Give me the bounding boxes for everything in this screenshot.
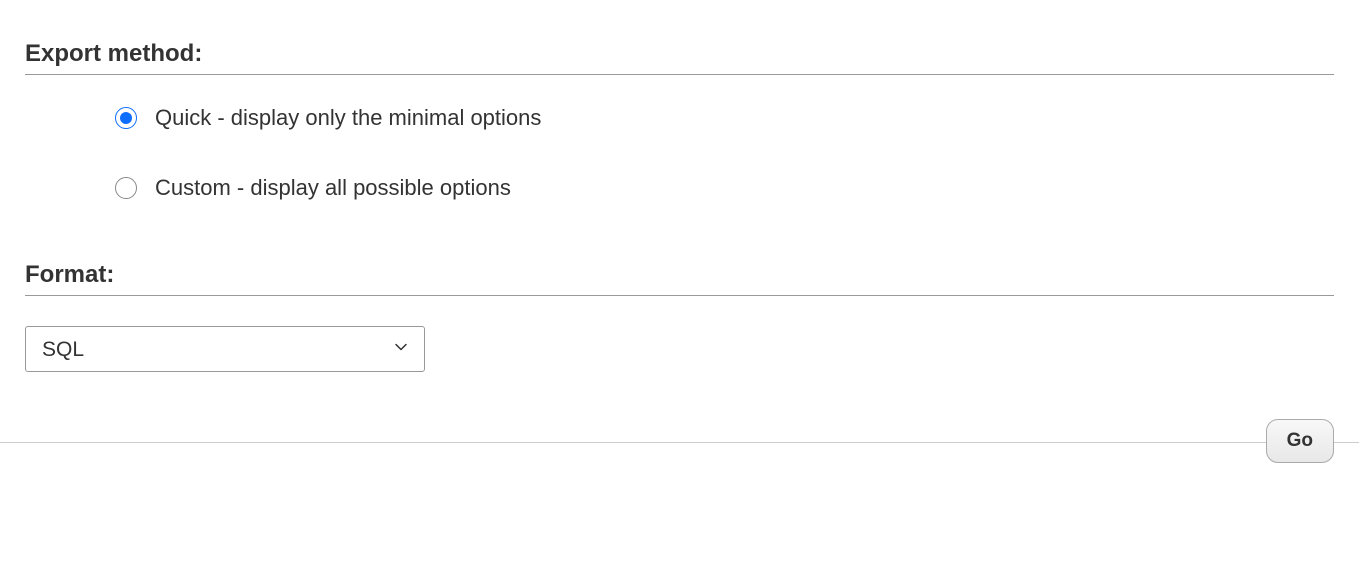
export-method-radio-group: Quick - display only the minimal options…	[25, 75, 1334, 231]
format-heading: Format:	[25, 261, 1334, 296]
footer-bar: Go	[0, 442, 1359, 478]
export-option-quick: Quick - display only the minimal options	[115, 105, 1334, 131]
export-radio-custom[interactable]	[115, 177, 137, 199]
export-method-heading: Export method:	[25, 40, 1334, 75]
export-label-quick[interactable]: Quick - display only the minimal options	[155, 105, 541, 131]
format-select[interactable]: SQL	[25, 326, 425, 372]
export-radio-quick[interactable]	[115, 107, 137, 129]
format-select-wrapper: SQL	[25, 326, 425, 372]
export-label-custom[interactable]: Custom - display all possible options	[155, 175, 511, 201]
export-option-custom: Custom - display all possible options	[115, 175, 1334, 201]
go-button[interactable]: Go	[1266, 419, 1334, 463]
